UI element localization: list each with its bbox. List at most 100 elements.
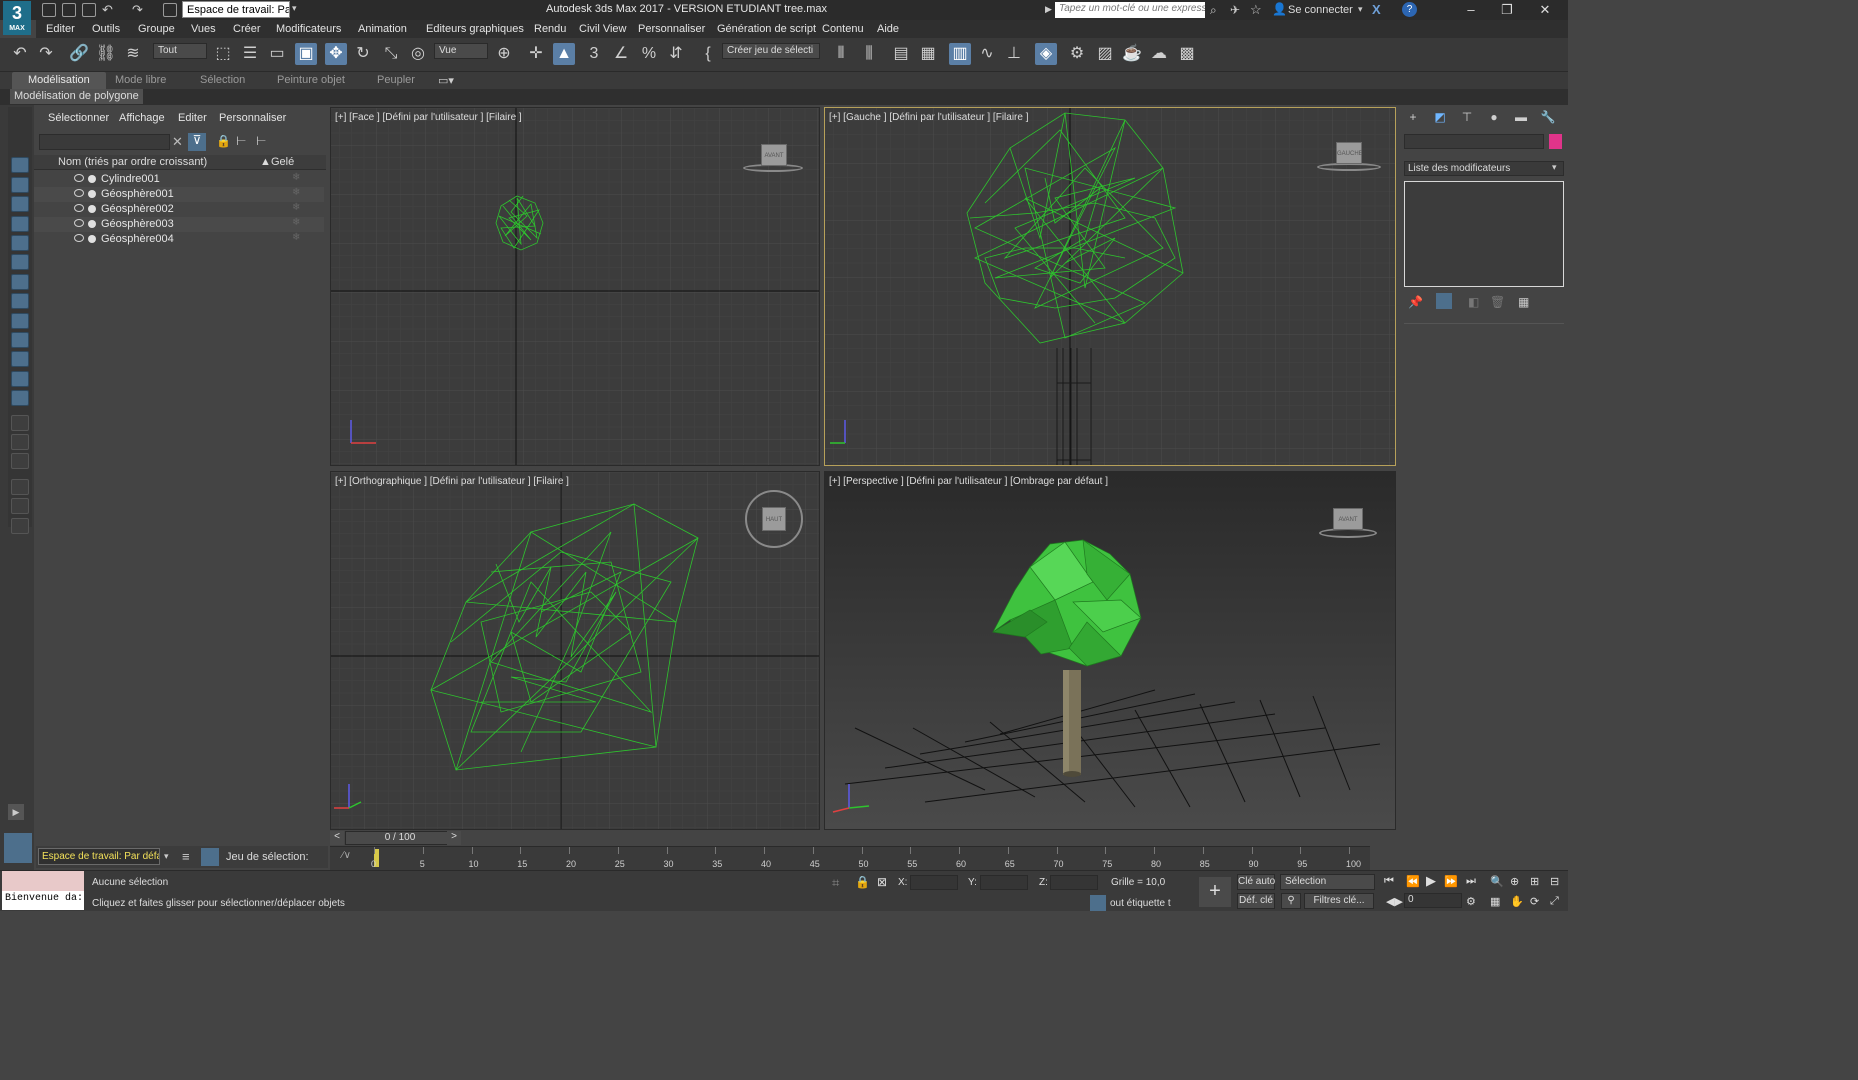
create-tab-icon[interactable]: + [1404, 110, 1422, 126]
reference-coordinate-dropdown[interactable]: Vue [434, 43, 488, 59]
current-frame-field[interactable]: 0 [1404, 893, 1462, 908]
toggle-ribbon-icon[interactable]: ▥ [949, 43, 971, 65]
selection-filter-dropdown[interactable]: Tout [153, 43, 207, 59]
z-coordinate-field[interactable] [1050, 875, 1098, 890]
viewcube[interactable]: AVANT [1333, 508, 1363, 530]
edit-named-selection-icon[interactable]: { [697, 43, 719, 65]
app-logo[interactable]: 3 MAX [3, 1, 31, 35]
filter-icon[interactable] [11, 479, 29, 495]
undo-icon[interactable]: ↶ [102, 2, 113, 18]
key-mode-toggle-icon[interactable]: ◀▶ [1386, 895, 1403, 908]
select-and-place-icon[interactable]: ◎ [407, 43, 429, 65]
menu-personnaliser[interactable]: Personnaliser [638, 23, 705, 35]
viewcube[interactable]: AVANT [761, 144, 787, 166]
column-name[interactable]: Nom (triés par ordre croissant) [58, 156, 207, 168]
absolute-mode-icon[interactable]: ⊠ [877, 875, 887, 889]
select-and-scale-icon[interactable]: ⤡ [380, 43, 402, 65]
add-time-tag-icon[interactable] [1090, 895, 1106, 911]
visibility-eye-icon[interactable] [74, 204, 84, 212]
percent-snap-icon[interactable]: % [638, 43, 660, 65]
select-manipulate-icon[interactable]: ✛ [525, 43, 547, 65]
display-cameras-icon[interactable] [11, 235, 29, 251]
modifier-list-arrow-icon[interactable]: ▾ [1552, 162, 1557, 173]
orbit-icon[interactable]: ⟳ [1530, 895, 1539, 908]
freeze-icon[interactable]: ❄ [292, 232, 300, 243]
sort-arrow-icon[interactable]: ▲ [260, 156, 271, 168]
rectangular-selection-icon[interactable]: ▭ [266, 43, 288, 65]
display-none-icon[interactable] [11, 157, 29, 173]
utilities-tab-icon[interactable]: 🔧 [1539, 110, 1557, 126]
display-bones-icon[interactable] [11, 332, 29, 348]
layers-icon[interactable]: ≡ [182, 849, 190, 864]
curve-toggle-icon[interactable]: ⁄∨ [342, 850, 351, 861]
tab-peinture-objet[interactable]: Peinture objet [277, 74, 345, 86]
viewcube[interactable]: GAUCHE [1336, 142, 1363, 164]
menu-rendu[interactable]: Rendu [534, 23, 566, 35]
display-all-icon[interactable] [11, 415, 29, 431]
remove-modifier-icon[interactable]: 🗑 [1490, 295, 1505, 309]
configure-modifier-sets-icon[interactable]: ▦ [1518, 295, 1529, 309]
isolate-selection-icon[interactable]: ⌗ [832, 875, 839, 891]
pivot-center-icon[interactable]: ⊕ [493, 43, 515, 65]
menu-generation-de-script[interactable]: Génération de script [717, 23, 816, 35]
pin-stack-icon[interactable]: 📌 [1408, 295, 1423, 309]
toggle-layer-explorer-icon[interactable]: ▦ [917, 43, 939, 65]
column-frozen[interactable]: Gelé [271, 156, 294, 168]
zoom-extents-all-icon[interactable]: ⊟ [1550, 875, 1559, 888]
bind-space-warp-icon[interactable]: ≋ [122, 43, 144, 65]
clear-search-icon[interactable]: ✕ [172, 134, 183, 150]
keyboard-shortcut-override-icon[interactable]: ▲ [553, 43, 575, 65]
menu-editeurs-graphiques[interactable]: Editeurs graphiques [426, 23, 524, 35]
hierarchy-icon[interactable]: ⊢ [236, 134, 246, 148]
help-icon[interactable]: ? [1402, 2, 1417, 17]
maximize-viewport-icon[interactable]: ⤢ [1550, 895, 1559, 908]
exchange-apps-icon[interactable]: X [1372, 2, 1381, 17]
align-icon[interactable]: ⫼ [858, 43, 880, 65]
project-folder-icon[interactable] [163, 3, 177, 17]
workspace-arrow-icon[interactable]: ▾ [164, 851, 169, 862]
selection-set-icon[interactable] [201, 848, 219, 866]
display-tab-icon[interactable]: ▬ [1512, 110, 1530, 126]
maxscript-input[interactable]: Bienvenue da: [2, 891, 84, 910]
snaps-toggle-icon[interactable]: 3 [583, 43, 605, 65]
time-prev-button[interactable]: < [330, 831, 344, 845]
close-button[interactable]: ✕ [1530, 2, 1560, 18]
ribbon-options-icon[interactable]: ▭▾ [438, 74, 454, 87]
display-space-warps-icon[interactable] [11, 274, 29, 290]
list-item[interactable]: Géosphère003 ❄ [34, 217, 324, 232]
list-item[interactable]: Géosphère001 ❄ [34, 187, 324, 202]
mirror-icon[interactable]: ⫴ [830, 43, 852, 65]
filter-selected-icon[interactable] [11, 498, 29, 514]
time-slider[interactable]: 0 / 100 [345, 831, 455, 845]
go-to-end-icon[interactable]: ⏭ [1466, 875, 1476, 888]
display-none-toggle-icon[interactable] [11, 434, 29, 450]
field-of-view-icon[interactable]: ▦ [1490, 895, 1500, 908]
freeze-icon[interactable]: ❄ [292, 217, 300, 228]
modifier-stack[interactable] [1404, 181, 1564, 287]
render-production-icon[interactable]: ☕ [1121, 43, 1143, 65]
x-coordinate-field[interactable] [910, 875, 958, 890]
display-xrefs-icon[interactable] [11, 313, 29, 329]
set-key-icon[interactable]: + [1199, 877, 1231, 907]
workspace-dropdown-arrow-icon[interactable]: ▾ [292, 3, 302, 17]
display-helpers-icon[interactable] [11, 254, 29, 270]
motion-tab-icon[interactable]: ● [1485, 110, 1503, 126]
display-shapes-icon[interactable] [11, 196, 29, 212]
tab-peupler[interactable]: Peupler [377, 74, 415, 86]
tab-selection[interactable]: Sélection [200, 74, 245, 86]
spinner-snap-icon[interactable]: ⇵ [665, 43, 687, 65]
display-lights-icon[interactable] [11, 216, 29, 232]
menu-civil-view[interactable]: Civil View [579, 23, 626, 35]
sync-selection-icon[interactable] [11, 518, 29, 534]
object-color-swatch[interactable] [1549, 134, 1562, 149]
display-hidden-icon[interactable] [11, 390, 29, 406]
freeze-icon[interactable]: ❄ [292, 187, 300, 198]
visibility-eye-icon[interactable] [74, 234, 84, 242]
workspace-dropdown[interactable]: Espace de travail: Par [182, 1, 290, 18]
sign-in-button[interactable]: Se connecter [1288, 4, 1353, 16]
menu-affichage[interactable]: Affichage [119, 112, 165, 124]
selection-lock-icon[interactable]: 🔒 [855, 875, 870, 889]
key-filters-button[interactable]: Filtres clé... [1304, 893, 1374, 909]
menu-personnaliser-scene[interactable]: Personnaliser [219, 112, 286, 124]
set-key-button[interactable]: Déf. clé [1237, 893, 1275, 909]
